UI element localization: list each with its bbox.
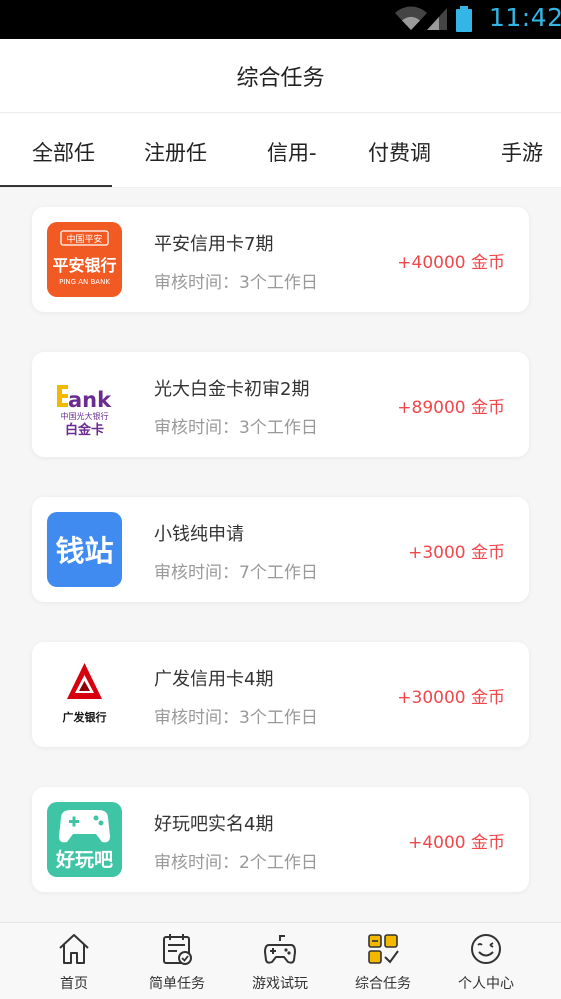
task-review-time: 审核时间：2个工作日 [154,853,318,873]
task-card[interactable]: 中国平安 平安银行 PING AN BANK 平安信用卡7期 审核时间：3个工作… [32,207,529,312]
task-reward: +30000 金币 [397,688,505,708]
svg-text:好玩吧: 好玩吧 [55,848,113,871]
qianzhan-logo: 钱站 [47,512,122,587]
tab-credit[interactable]: 信用- [267,137,317,167]
svg-text:白金卡: 白金卡 [65,422,104,438]
nav-label: 个人中心 [458,976,514,992]
tab-register[interactable]: 注册任 [144,137,207,167]
tab-mobile-games[interactable]: 手游 [501,137,543,167]
task-reward: +3000 金币 [408,543,505,563]
wifi-icon [395,6,427,30]
tab-paid-survey[interactable]: 付费调 [368,137,431,167]
nav-simple-tasks[interactable]: 简单任务 [125,923,229,999]
task-review-time: 审核时间：7个工作日 [154,563,318,583]
nav-game-trial[interactable]: 游戏试玩 [228,923,332,999]
nav-comprehensive-tasks[interactable]: 综合任务 [331,923,435,999]
cgb-bank-logo: 广发银行 [47,657,122,732]
task-reward: +40000 金币 [397,253,505,273]
nav-profile[interactable]: 个人中心 [434,923,538,999]
nav-home[interactable]: 首页 [22,923,126,999]
task-reward: +89000 金币 [397,398,505,418]
nav-label: 游戏试玩 [252,976,308,992]
title-bar: 综合任务 [0,39,561,113]
page-title: 综合任务 [236,66,325,91]
smile-icon [471,934,501,964]
svg-text:ank: ank [68,388,112,412]
tab-all[interactable]: 全部任 [32,137,95,167]
nav-label: 首页 [60,976,88,992]
gamepad-icon [264,935,296,964]
svg-text:PING AN BANK: PING AN BANK [59,278,110,286]
calendar-check-icon [163,934,192,965]
task-reward: +4000 金币 [408,833,505,853]
task-name: 好玩吧实名4期 [154,814,274,835]
battery-icon [456,6,472,32]
task-card[interactable]: ank 中国光大银行 白金卡 光大白金卡初审2期 审核时间：3个工作日 +890… [32,352,529,457]
svg-text:中国光大银行: 中国光大银行 [61,411,109,421]
svg-text:平安银行: 平安银行 [52,256,116,275]
status-time: 11:42 [489,3,561,32]
task-name: 光大白金卡初审2期 [154,379,310,400]
ceb-bank-logo: ank 中国光大银行 白金卡 [47,367,122,442]
haowanba-logo: 好玩吧 [47,802,122,877]
grid-check-icon [368,934,399,964]
svg-text:广发银行: 广发银行 [63,710,107,724]
home-icon [59,934,89,964]
task-review-time: 审核时间：3个工作日 [154,708,318,728]
nav-label: 综合任务 [355,976,411,992]
task-card[interactable]: 好玩吧 好玩吧实名4期 审核时间：2个工作日 +4000 金币 [32,787,529,892]
svg-text:钱站: 钱站 [55,534,113,568]
bottom-nav: 首页 简单任务 游戏试玩 综合任务 个人中心 [0,922,561,999]
task-review-time: 审核时间：3个工作日 [154,418,318,438]
category-tabs: 全部任 注册任 信用- 付费调 手游 [0,113,561,188]
active-tab-indicator [0,185,112,187]
task-card[interactable]: 广发银行 广发信用卡4期 审核时间：3个工作日 +30000 金币 [32,642,529,747]
task-name: 平安信用卡7期 [154,234,274,255]
nav-label: 简单任务 [149,976,205,992]
status-bar: 11:42 [0,0,561,39]
signal-icon [427,8,447,30]
task-card[interactable]: 钱站 小钱纯申请 审核时间：7个工作日 +3000 金币 [32,497,529,602]
task-name: 广发信用卡4期 [154,669,274,690]
task-name: 小钱纯申请 [154,524,244,545]
svg-text:中国平安: 中国平安 [66,233,102,245]
task-review-time: 审核时间：3个工作日 [154,273,318,293]
pingan-bank-logo: 中国平安 平安银行 PING AN BANK [47,222,122,297]
